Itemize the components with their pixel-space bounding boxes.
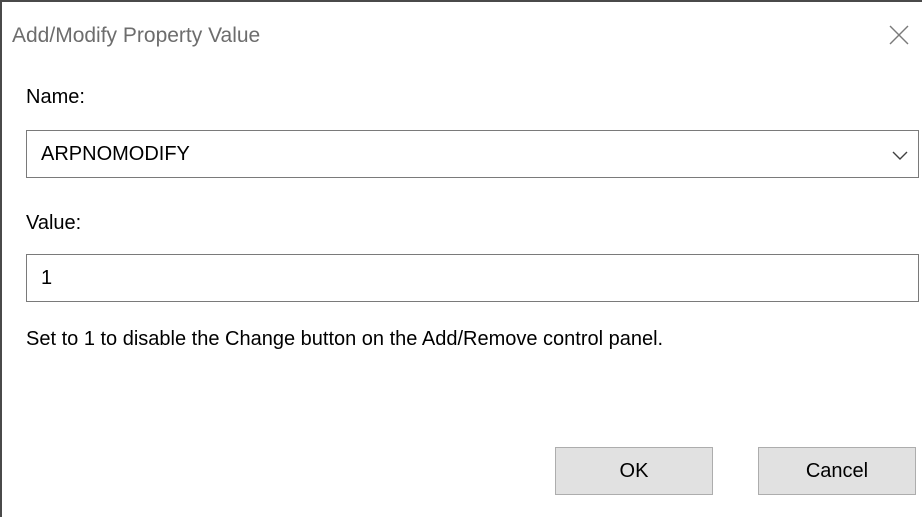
name-combobox-value: ARPNOMODIFY [41, 143, 190, 165]
name-label: Name: [26, 86, 85, 108]
name-combobox[interactable]: ARPNOMODIFY [26, 130, 919, 178]
cancel-button[interactable]: Cancel [758, 447, 916, 495]
dialog-title: Add/Modify Property Value [12, 24, 261, 47]
property-description: Set to 1 to disable the Change button on… [26, 328, 664, 350]
add-modify-property-dialog: Add/Modify Property Value Name: ARPNOMOD… [0, 0, 922, 517]
value-label: Value: [26, 212, 82, 234]
title-bar: Add/Modify Property Value [2, 2, 922, 72]
ok-button[interactable]: OK [555, 447, 713, 495]
value-input[interactable] [26, 254, 919, 302]
chevron-down-icon[interactable] [890, 145, 910, 165]
close-button[interactable] [876, 12, 922, 58]
close-icon [889, 25, 909, 45]
